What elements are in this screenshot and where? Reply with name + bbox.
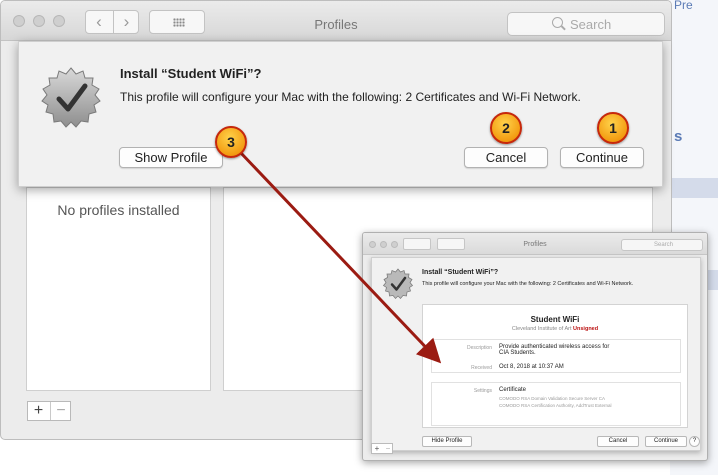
- install-profile-sheet: Install “Student WiFi”? This profile wil…: [18, 41, 663, 187]
- inset-profile-details: Student WiFi Cleveland Institute of Art …: [422, 304, 688, 428]
- inset-received-value: Oct 8, 2018 at 10:37 AM: [499, 364, 564, 370]
- search-icon: [552, 17, 563, 28]
- inset-description-label: Description: [466, 345, 492, 351]
- inset-add-button: +: [374, 444, 380, 453]
- inset-profile-name: Student WiFi: [530, 315, 580, 324]
- background-link-fragment[interactable]: Pre: [674, 0, 693, 12]
- inset-org-name: Cleveland Institute of Art: [511, 326, 572, 332]
- add-remove-control: + −: [27, 401, 71, 421]
- inset-install-sheet: Install “Student WiFi”? This profile wil…: [371, 257, 701, 451]
- inset-cancel-button: Cancel: [597, 436, 639, 447]
- inset-settings-sub: COMODO RSA Certification Authority, AddT…: [499, 403, 612, 408]
- background-text-fragment: s: [674, 128, 683, 145]
- inset-help-button: ?: [689, 436, 700, 447]
- inset-certificate-badge-icon: [382, 268, 414, 300]
- background-bar: [670, 178, 718, 198]
- inset-sheet-title: Install “Student WiFi”?: [422, 269, 499, 276]
- inset-description-value: Provide authenticated wireless access fo…: [499, 344, 610, 356]
- show-profile-button[interactable]: Show Profile: [119, 147, 223, 168]
- inset-settings-label: Settings: [473, 388, 492, 394]
- inset-sheet-message: This profile will configure your Mac wit…: [422, 281, 634, 287]
- inset-remove-button: −: [385, 444, 391, 453]
- profiles-list[interactable]: No profiles installed: [26, 187, 211, 391]
- inset-hide-profile-button: Hide Profile: [422, 436, 472, 447]
- inset-settings-group: Settings Certificate COMODO RSA Domain V…: [431, 382, 681, 426]
- title-bar: ‹ › Profiles Search: [1, 1, 671, 41]
- empty-list-text: No profiles installed: [57, 202, 180, 218]
- inset-screenshot: Profiles Search Install “Student WiFi”? …: [362, 232, 708, 461]
- certificate-badge-icon: [41, 67, 101, 128]
- sheet-message: This profile will configure your Mac wit…: [120, 90, 581, 104]
- inset-detail-group: Description Provide authenticated wirele…: [431, 339, 681, 373]
- continue-button[interactable]: Continue: [560, 147, 644, 168]
- inset-settings-sub: COMODO RSA Domain Validation Secure Serv…: [499, 396, 605, 401]
- inset-settings-value: Certificate: [499, 387, 527, 393]
- callout-2: 2: [490, 112, 522, 144]
- search-placeholder: Search: [570, 17, 612, 32]
- inset-unsigned-status: Unsigned: [573, 326, 599, 332]
- add-profile-button[interactable]: +: [28, 402, 49, 420]
- remove-profile-button[interactable]: −: [50, 402, 71, 420]
- inset-add-remove-control: + −: [371, 443, 393, 454]
- inset-continue-button: Continue: [645, 436, 687, 447]
- inset-title-bar: Profiles Search: [363, 233, 707, 255]
- inset-search-placeholder: Search: [654, 242, 674, 248]
- inset-search-field: Search: [621, 239, 703, 251]
- search-field[interactable]: Search: [507, 12, 665, 36]
- callout-1: 1: [597, 112, 629, 144]
- sheet-title: Install “Student WiFi”?: [120, 66, 262, 81]
- inset-profile-org: Cleveland Institute of Art Unsigned: [423, 326, 687, 332]
- callout-3: 3: [215, 126, 247, 158]
- cancel-button[interactable]: Cancel: [464, 147, 548, 168]
- inset-received-label: Received: [471, 365, 492, 371]
